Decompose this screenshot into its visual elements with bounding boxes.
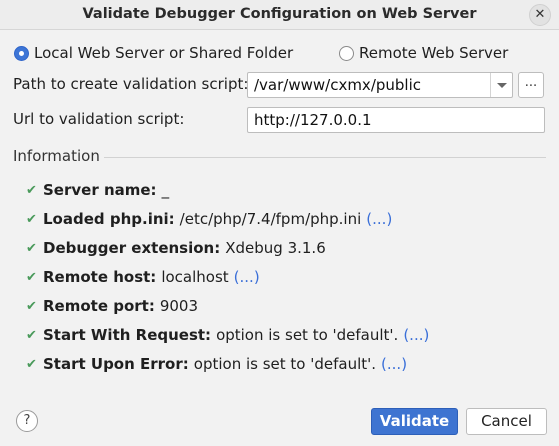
check-icon: ✔ <box>26 327 37 343</box>
info-row-remote-host: ✔ Remote host: localhost (...) <box>26 266 260 288</box>
info-value: Xdebug 3.1.6 <box>225 239 326 257</box>
check-icon: ✔ <box>26 298 37 314</box>
check-icon: ✔ <box>26 182 37 198</box>
check-icon: ✔ <box>26 211 37 227</box>
path-label: Path to create validation script: <box>13 75 249 93</box>
chevron-down-icon[interactable] <box>490 73 512 97</box>
info-value: 9003 <box>159 297 199 315</box>
info-key: Server name: <box>43 181 157 199</box>
help-icon: ? <box>23 413 31 428</box>
info-row-loaded-php-ini: ✔ Loaded php.ini: /etc/php/7.4/fpm/php.i… <box>26 208 392 230</box>
radio-remote-indicator[interactable] <box>339 45 354 61</box>
url-label: Url to validation script: <box>13 110 185 128</box>
window-title: Validate Debugger Configuration on Web S… <box>82 6 477 22</box>
info-key: Remote host: <box>43 268 157 286</box>
radio-local-label[interactable]: Local Web Server or Shared Folder <box>34 44 293 62</box>
section-separator <box>104 157 546 158</box>
info-value: option is set to 'default'. <box>216 326 399 344</box>
url-input[interactable]: http://127.0.0.1 <box>247 107 545 133</box>
close-icon: ✕ <box>534 7 546 22</box>
information-title: Information <box>13 147 100 165</box>
info-value: option is set to 'default'. <box>193 355 377 373</box>
details-link[interactable]: (...) <box>381 355 407 373</box>
help-button[interactable]: ? <box>16 410 38 432</box>
info-row-start-upon-error: ✔ Start Upon Error: option is set to 'de… <box>26 353 407 375</box>
radio-remote-label[interactable]: Remote Web Server <box>359 44 508 62</box>
close-button[interactable]: ✕ <box>529 4 551 26</box>
info-key: Start With Request: <box>43 326 212 344</box>
info-key: Loaded php.ini: <box>43 210 175 228</box>
cancel-button[interactable]: Cancel <box>466 408 547 435</box>
path-combo[interactable]: /var/www/cxmx/public <box>247 72 513 98</box>
info-row-start-with-request: ✔ Start With Request: option is set to '… <box>26 324 429 346</box>
details-link[interactable]: (...) <box>366 210 392 228</box>
path-value[interactable]: /var/www/cxmx/public <box>254 76 421 94</box>
info-value: /etc/php/7.4/fpm/php.ini <box>179 210 362 228</box>
title-bar: Validate Debugger Configuration on Web S… <box>0 0 559 30</box>
info-key: Start Upon Error: <box>43 355 189 373</box>
check-icon: ✔ <box>26 356 37 372</box>
browse-button[interactable]: ... <box>518 72 544 98</box>
radio-remote[interactable]: Remote Web Server <box>339 43 508 63</box>
check-icon: ✔ <box>26 269 37 285</box>
check-icon: ✔ <box>26 240 37 256</box>
radio-local-indicator[interactable] <box>14 45 29 61</box>
details-link[interactable]: (...) <box>234 268 260 286</box>
info-key: Debugger extension: <box>43 239 221 257</box>
info-row-remote-port: ✔ Remote port: 9003 <box>26 295 198 317</box>
info-row-server-name: ✔ Server name: _ <box>26 179 169 201</box>
details-link[interactable]: (...) <box>403 326 429 344</box>
info-value: localhost <box>161 268 229 286</box>
validate-button[interactable]: Validate <box>371 408 458 435</box>
info-key: Remote port: <box>43 297 155 315</box>
url-value[interactable]: http://127.0.0.1 <box>254 111 372 129</box>
info-row-debugger-extension: ✔ Debugger extension: Xdebug 3.1.6 <box>26 237 326 259</box>
info-value: _ <box>161 181 170 199</box>
radio-local[interactable]: Local Web Server or Shared Folder <box>14 43 293 63</box>
